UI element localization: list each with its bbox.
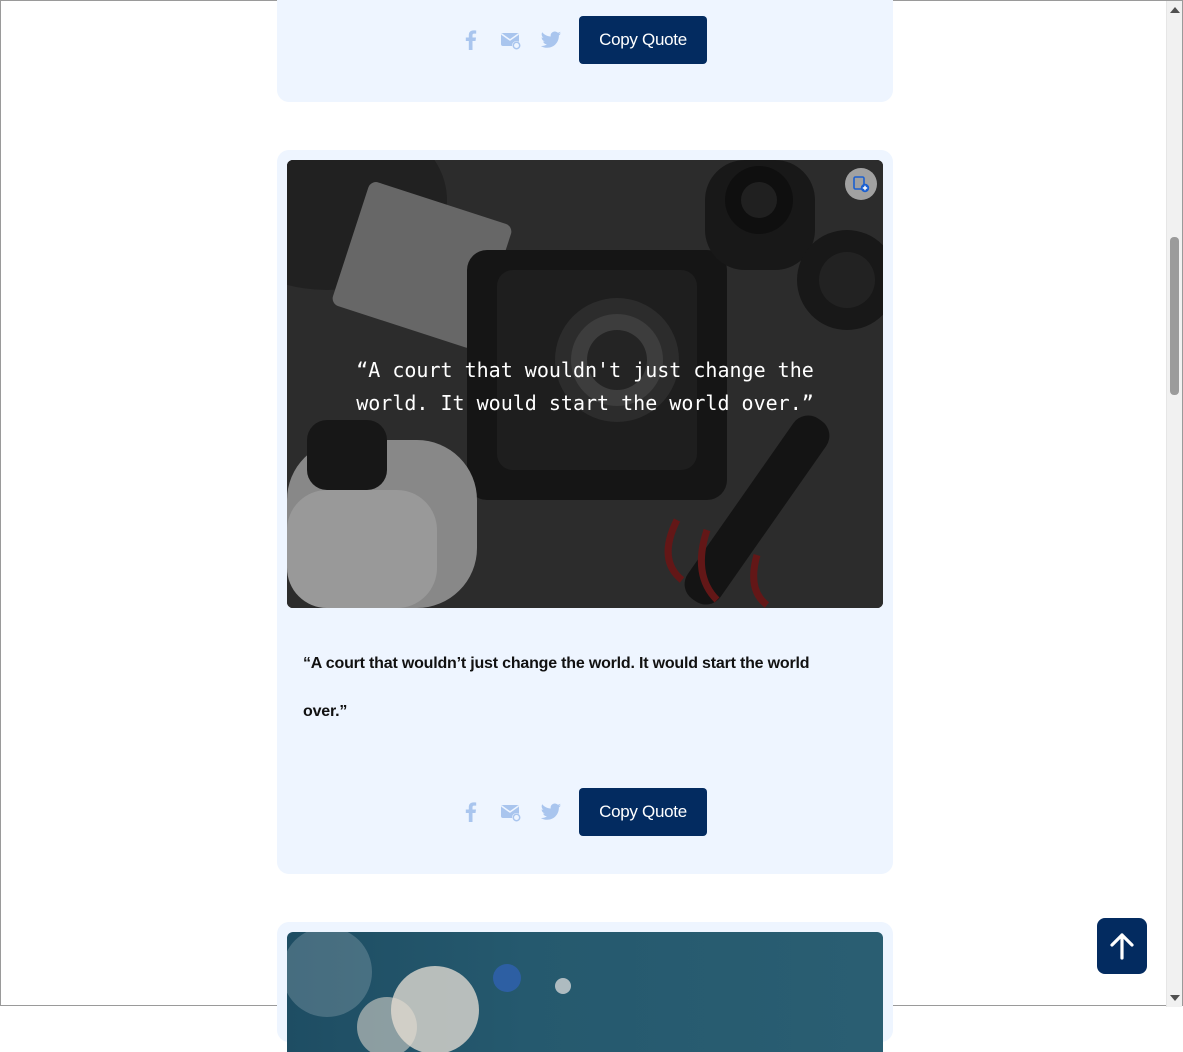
quote-text: “A court that wouldn’t just change the w… <box>303 655 810 720</box>
back-to-top-button[interactable] <box>1097 918 1147 974</box>
vertical-scrollbar[interactable] <box>1166 1 1182 1007</box>
quote-image: “A court that wouldn't just change the w… <box>287 160 883 608</box>
copy-quote-button[interactable]: Copy Quote <box>579 788 707 836</box>
quote-card <box>277 922 893 1052</box>
twitter-icon[interactable] <box>540 801 562 823</box>
email-icon[interactable] <box>500 29 522 51</box>
scrollbar-thumb[interactable] <box>1170 237 1179 395</box>
scroll-up-arrow[interactable] <box>1170 7 1180 13</box>
share-row: Copy Quote <box>277 16 893 64</box>
bookmark-add-icon[interactable] <box>845 168 877 200</box>
email-icon[interactable] <box>500 801 522 823</box>
facebook-icon[interactable] <box>460 801 482 823</box>
overlay-quote-text: “A court that wouldn't just change the w… <box>356 358 814 415</box>
scroll-down-arrow[interactable] <box>1170 995 1180 1001</box>
share-row: Copy Quote <box>277 788 893 836</box>
quote-card: Copy Quote <box>277 0 893 102</box>
bubbles-photo <box>287 932 571 1052</box>
arrow-up-icon <box>1110 933 1134 960</box>
twitter-icon[interactable] <box>540 29 562 51</box>
quote-card: “A court that wouldn't just change the w… <box>277 150 893 874</box>
copy-quote-button[interactable]: Copy Quote <box>579 16 707 64</box>
quote-image <box>287 932 883 1052</box>
facebook-icon[interactable] <box>460 29 482 51</box>
